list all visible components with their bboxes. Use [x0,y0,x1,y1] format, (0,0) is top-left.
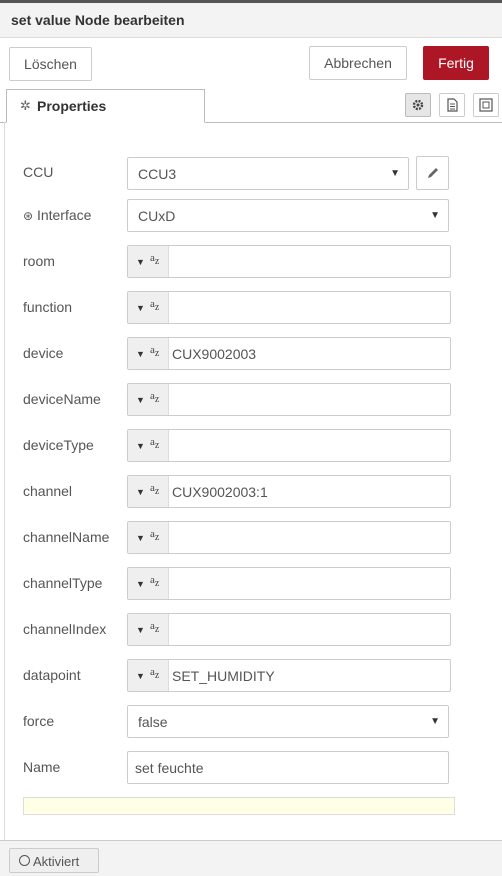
delete-button[interactable]: Löschen [9,47,92,81]
string-type-icon: az [150,298,160,314]
name-label: Name [23,759,61,775]
frame-icon [479,98,493,112]
tab-properties-label: Properties [37,98,107,114]
force-value: false [138,714,168,730]
string-type-icon: az [150,528,160,544]
tab-bar: ✲ Properties [0,89,502,123]
function-input[interactable]: ▼ az [127,291,451,324]
gear-icon: ✲ [20,98,31,113]
caret-icon: ▼ [136,257,145,267]
type-selector[interactable]: ▼ az [128,660,169,691]
type-selector[interactable]: ▼ az [128,614,169,645]
string-type-icon: az [150,252,160,268]
enabled-label: Aktiviert [33,854,80,869]
string-type-icon: az [150,436,160,452]
string-type-icon: az [150,482,160,498]
caret-icon: ▼ [136,625,145,635]
dialog-title: set value Node bearbeiten [11,12,185,28]
devicetype-label: deviceType [23,437,94,453]
datapoint-input[interactable]: ▼ az SET_HUMIDITY [127,659,451,692]
dialog-header: set value Node bearbeiten [0,3,502,38]
datapoint-value: SET_HUMIDITY [172,668,275,684]
ccu-value: CCU3 [138,166,177,182]
interface-label-group: ⊛ Interface [23,207,91,223]
type-selector[interactable]: ▼ az [128,384,169,415]
dialog-footer: Aktiviert [0,840,502,876]
type-selector[interactable]: ▼ az [128,476,169,507]
chevron-down-icon: ▼ [430,210,440,221]
channel-input[interactable]: ▼ az CUX9002003:1 [127,475,451,508]
channel-label: channel [23,483,73,499]
devicename-input[interactable]: ▼ az [127,383,451,416]
interface-select[interactable]: CUxD ▼ [127,199,449,232]
type-selector[interactable]: ▼ az [128,430,169,461]
type-selector[interactable]: ▼ az [128,522,169,553]
chevron-down-icon: ▼ [430,716,440,727]
type-selector[interactable]: ▼ az [128,246,169,277]
chevron-down-icon: ▼ [390,168,400,179]
string-type-icon: az [150,344,160,360]
name-input[interactable]: set feuchte [127,751,449,784]
tab-properties[interactable]: ✲ Properties [6,89,205,123]
interface-value: CUxD [138,208,176,224]
ccu-select[interactable]: CCU3 ▼ [127,157,409,190]
circle-icon [19,855,30,866]
caret-icon: ▼ [136,349,145,359]
force-select[interactable]: false ▼ [127,705,449,738]
channel-value: CUX9002003:1 [172,484,268,500]
type-selector[interactable]: ▼ az [128,292,169,323]
enabled-toggle[interactable]: Aktiviert [9,848,99,873]
pencil-icon [428,168,438,178]
room-label: room [23,253,55,269]
channeltype-input[interactable]: ▼ az [127,567,451,600]
caret-icon: ▼ [136,441,145,451]
caret-icon: ▼ [136,487,145,497]
channelindex-label: channelIndex [23,621,107,637]
caret-icon: ▼ [136,395,145,405]
description-tab-icon[interactable] [439,93,465,117]
channelname-input[interactable]: ▼ az [127,521,451,554]
device-value: CUX9002003 [172,346,257,362]
settings-tab-icon[interactable] [405,93,431,117]
caret-icon: ▼ [136,533,145,543]
channelname-label: channelName [23,529,110,545]
edit-ccu-button[interactable] [416,156,449,190]
interface-label: Interface [36,207,92,223]
room-input[interactable]: ▼ az [127,245,451,278]
device-input[interactable]: ▼ az CUX9002003 [127,337,451,370]
caret-icon: ▼ [136,671,145,681]
info-note [23,797,455,815]
appearance-tab-icon[interactable] [473,93,499,117]
file-text-icon [447,98,458,112]
type-selector[interactable]: ▼ az [128,338,169,369]
name-value: set feuchte [135,760,204,776]
ccu-label: CCU [23,164,54,180]
caret-icon: ▼ [136,303,145,313]
devicetype-input[interactable]: ▼ az [127,429,451,462]
string-type-icon: az [150,574,160,590]
channeltype-label: channelType [23,575,103,591]
datapoint-label: datapoint [23,667,81,683]
device-label: device [23,345,64,361]
interface-icon: ⊛ [23,209,34,223]
caret-icon: ▼ [136,579,145,589]
devicename-label: deviceName [23,391,101,407]
channelindex-input[interactable]: ▼ az [127,613,451,646]
string-type-icon: az [150,390,160,406]
string-type-icon: az [150,620,160,636]
done-button[interactable]: Fertig [423,46,489,80]
string-type-icon: az [150,666,160,682]
force-label: force [23,713,55,729]
type-selector[interactable]: ▼ az [128,568,169,599]
cancel-button[interactable]: Abbrechen [309,46,407,80]
function-label: function [23,299,73,315]
gear-icon [412,99,424,111]
